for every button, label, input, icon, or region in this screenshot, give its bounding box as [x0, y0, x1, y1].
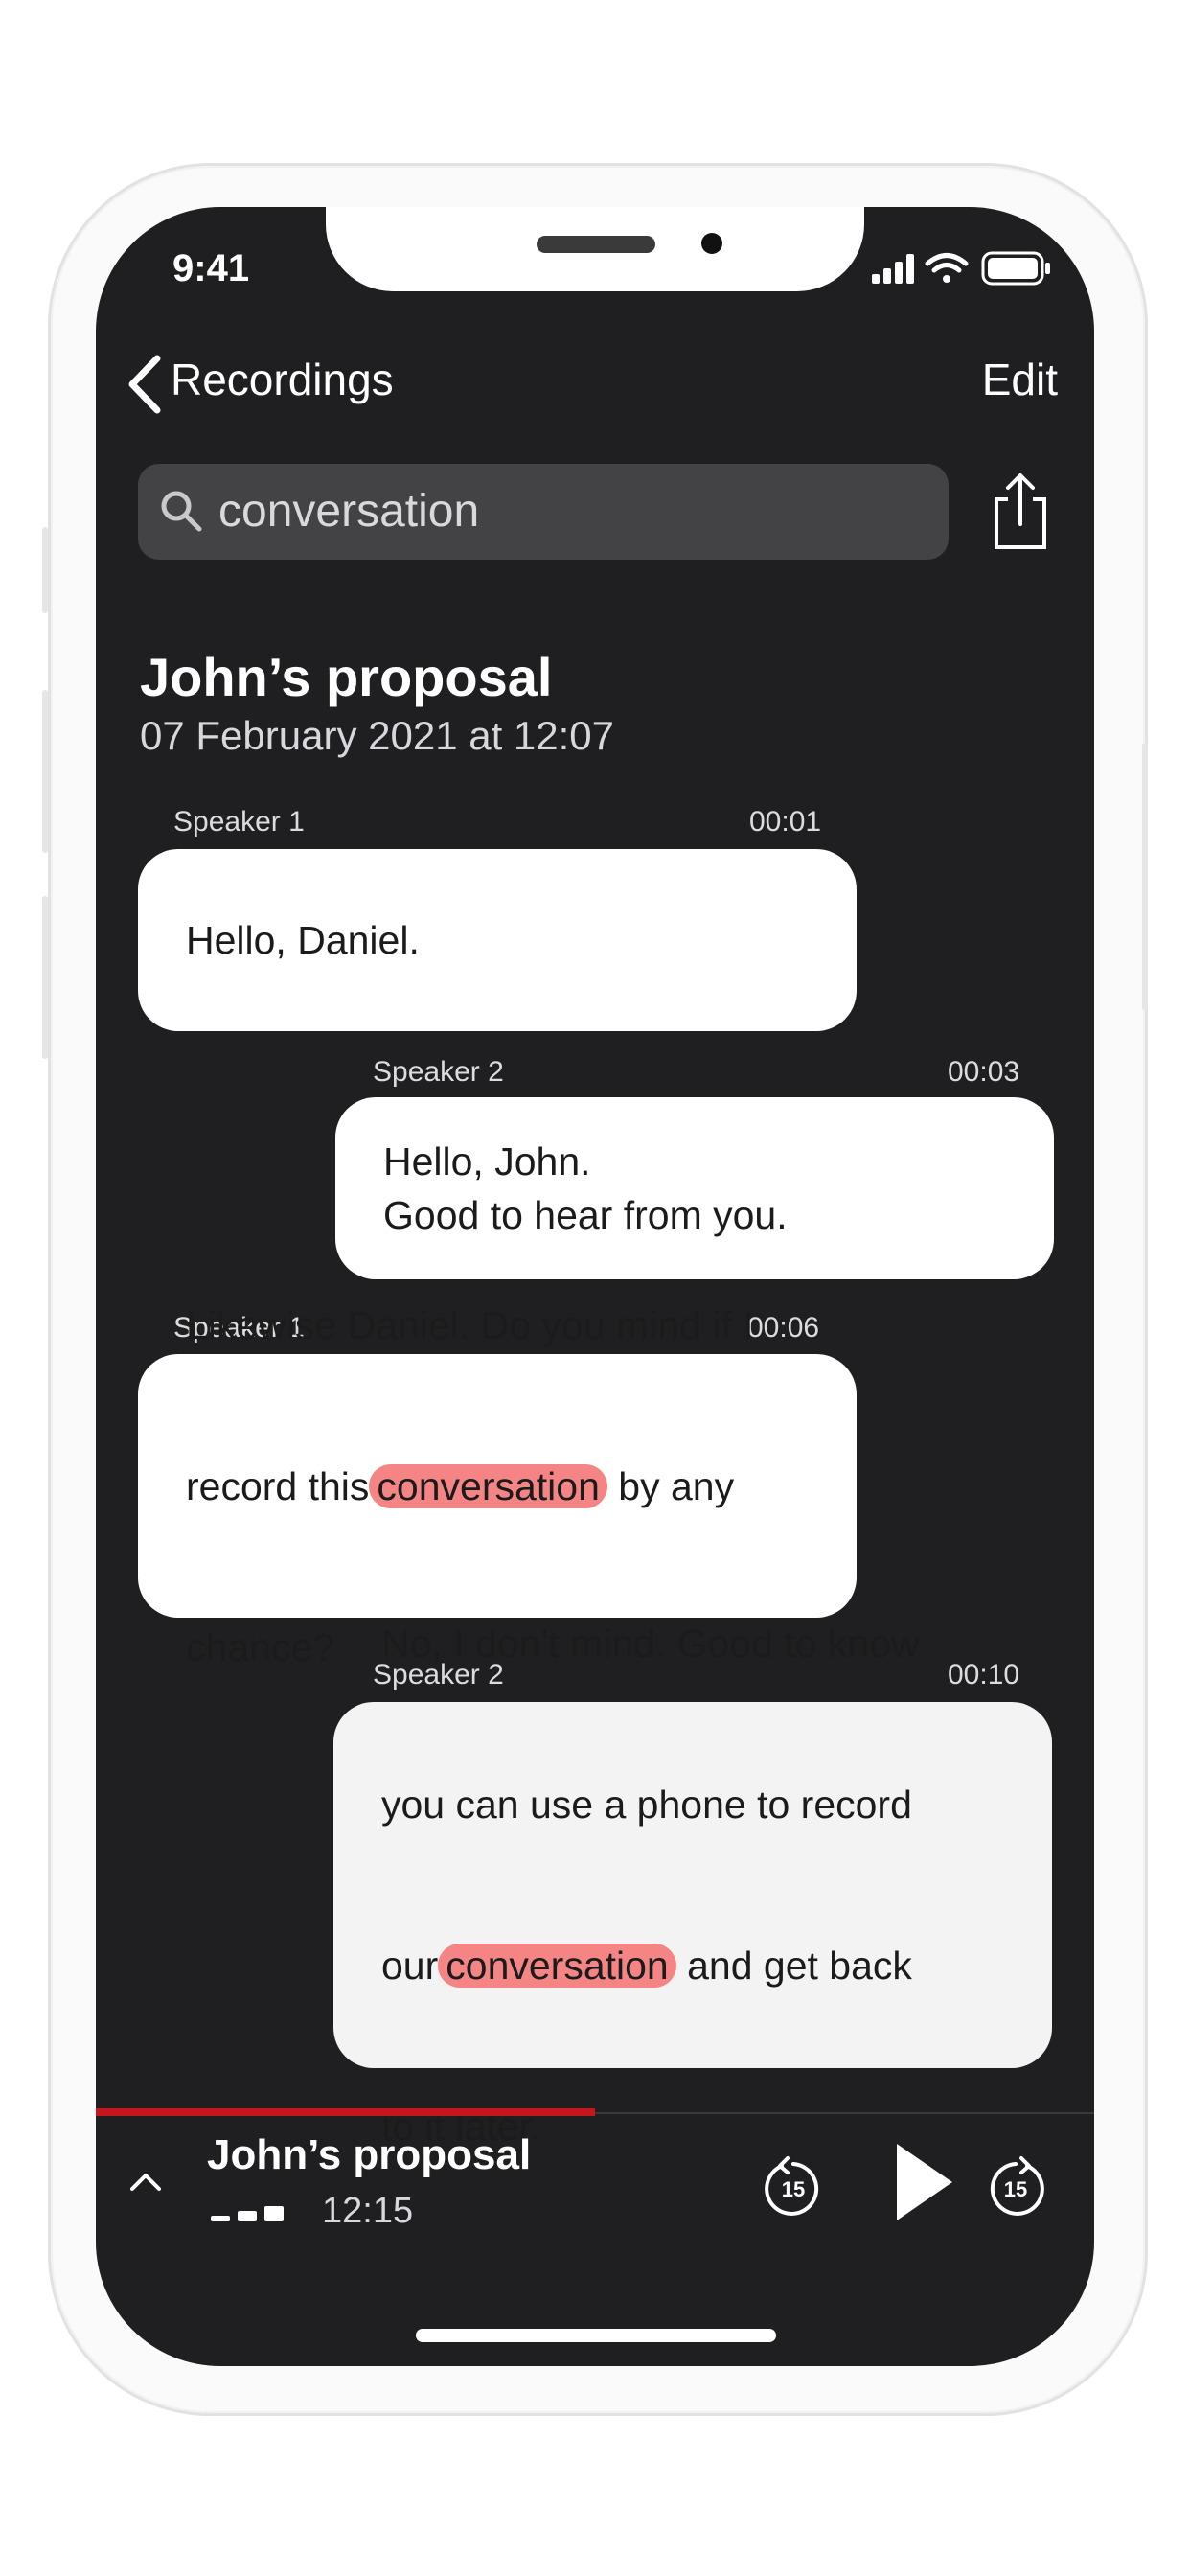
side-button-volume-up — [42, 690, 48, 853]
back-button[interactable]: Recordings — [171, 354, 394, 405]
message-text: Hello, Daniel. — [186, 918, 420, 962]
wifi-icon — [925, 253, 969, 283]
message-timestamp: 00:10 — [948, 1659, 1020, 1690]
skip-forward-15-icon[interactable]: 15 — [985, 2152, 1046, 2220]
recording-title: John’s proposal — [140, 647, 553, 707]
side-button-power — [1142, 743, 1148, 1011]
recording-date: 07 February 2021 at 12:07 — [140, 713, 615, 758]
battery-icon — [981, 251, 1050, 286]
svg-text:15: 15 — [782, 2177, 805, 2201]
status-icons — [872, 251, 1050, 286]
search-value: conversation — [218, 486, 480, 537]
app-screen: 9:41 Recordings Edit conversation John’s… — [96, 207, 1094, 2366]
player-duration: 12:15 — [322, 2191, 414, 2231]
playback-progress-bar[interactable] — [96, 2108, 595, 2116]
play-icon[interactable] — [891, 2138, 958, 2226]
search-input[interactable]: conversation — [138, 464, 949, 560]
speaker-grille — [537, 236, 655, 253]
search-highlight: conversation — [369, 1463, 607, 1508]
message-bubble[interactable]: Hello, Daniel. — [138, 849, 857, 1031]
side-button-volume-down — [42, 896, 48, 1059]
edit-button[interactable]: Edit — [982, 354, 1058, 405]
speaker-label: Speaker 1 — [173, 806, 305, 838]
status-time: 9:41 — [172, 247, 250, 289]
svg-text:15: 15 — [1004, 2177, 1027, 2201]
back-chevron-icon[interactable] — [117, 351, 174, 418]
front-camera — [701, 233, 722, 254]
skip-back-15-icon[interactable]: 15 — [763, 2152, 824, 2220]
message-timestamp: 00:06 — [747, 1312, 820, 1344]
side-button-silent — [42, 527, 48, 613]
chevron-up-icon[interactable] — [125, 2162, 167, 2200]
cellular-signal-icon — [872, 254, 914, 284]
message-bubble-selected[interactable]: No, I don't mind. Good to know you can u… — [333, 1622, 1052, 2149]
share-icon[interactable] — [987, 471, 1054, 553]
home-indicator[interactable] — [416, 2329, 776, 2342]
search-icon — [161, 491, 202, 532]
waveform-icon — [211, 2206, 284, 2221]
notch — [326, 207, 864, 291]
search-highlight: conversation — [438, 1944, 676, 1988]
player-title[interactable]: John’s proposal — [207, 2131, 531, 2179]
speaker-label: Speaker 2 — [373, 1056, 504, 1088]
message-timestamp: 00:03 — [948, 1056, 1020, 1088]
message-timestamp: 00:01 — [749, 806, 822, 838]
